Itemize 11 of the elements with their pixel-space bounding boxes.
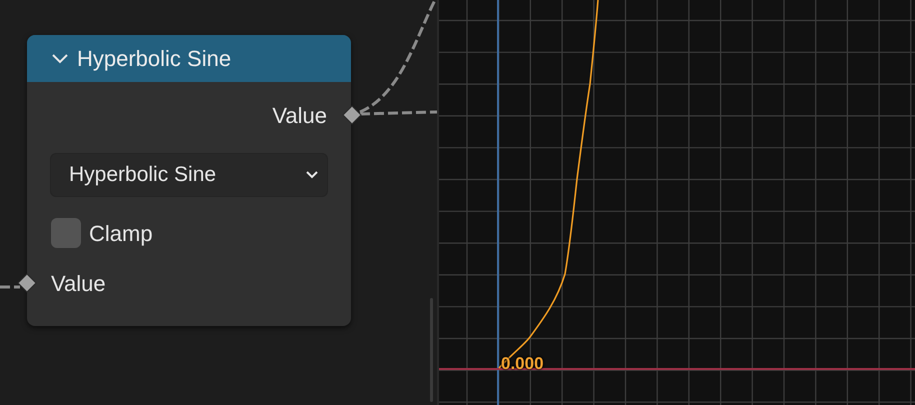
mode-dropdown[interactable]: Hyperbolic Sine bbox=[50, 153, 328, 197]
chevron-down-icon[interactable] bbox=[51, 52, 69, 64]
socket-icon[interactable] bbox=[17, 273, 37, 293]
socket-icon[interactable] bbox=[342, 105, 362, 125]
clamp-checkbox[interactable] bbox=[51, 218, 81, 248]
output-label: Value bbox=[272, 102, 327, 130]
caret-icon bbox=[305, 170, 319, 180]
node-header[interactable]: Hyperbolic Sine bbox=[27, 35, 351, 82]
input-label: Value bbox=[51, 270, 106, 298]
clamp-label: Clamp bbox=[89, 220, 153, 248]
node-title: Hyperbolic Sine bbox=[77, 45, 232, 73]
